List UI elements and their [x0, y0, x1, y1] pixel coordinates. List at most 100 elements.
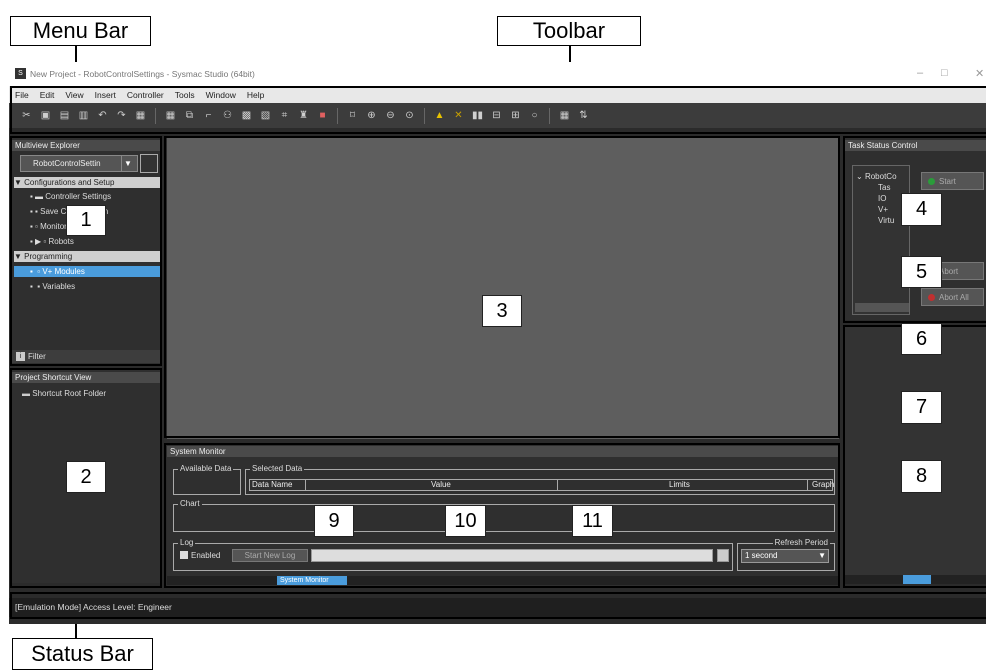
callout-2: 2 — [66, 461, 106, 493]
paste-icon[interactable]: ▤ — [55, 108, 74, 124]
copy-icon[interactable]: ▣ — [36, 108, 55, 124]
tree-robots[interactable]: ▪ ▶ ▫ Robots — [30, 236, 74, 247]
app-logo-icon: S — [15, 68, 26, 79]
menu-controller[interactable]: Controller — [127, 90, 164, 100]
callout-11: 11 — [572, 505, 613, 537]
menu-edit[interactable]: Edit — [40, 90, 55, 100]
window-icon[interactable]: ⧉ — [180, 108, 199, 124]
device-dropdown[interactable]: RobotControlSettin ▼ — [20, 155, 138, 172]
selected-data-label: Selected Data — [250, 464, 305, 474]
tools-icon[interactable]: ✕ — [449, 108, 468, 124]
find-icon[interactable]: ♜ — [294, 108, 313, 124]
tree-controller-settings-label: Controller Settings — [45, 192, 112, 201]
tree-variables-label: Variables — [42, 282, 76, 291]
tree-configurations-label: Configurations and Setup — [24, 178, 115, 187]
network-icon[interactable]: ⚇ — [218, 108, 237, 124]
step-over-icon[interactable]: ⊞ — [506, 108, 525, 124]
menu-file[interactable]: File — [15, 90, 29, 100]
cross-ref-icon[interactable]: ⌗ — [275, 108, 294, 124]
maximize-button[interactable]: □ — [941, 67, 948, 79]
grid-icon[interactable]: ▦ — [161, 108, 180, 124]
col-divider — [305, 480, 306, 490]
redo-icon[interactable]: ↷ — [112, 108, 131, 124]
menu-window[interactable]: Window — [206, 90, 236, 100]
start-new-log-button[interactable]: Start New Log — [232, 549, 308, 562]
filter-bar[interactable]: i Filter — [12, 350, 162, 363]
task-status-header: Task Status Control — [845, 140, 986, 151]
cut-icon[interactable]: ✂ — [17, 108, 36, 124]
pause-icon[interactable]: ▮▮ — [468, 108, 487, 124]
refresh-icon[interactable]: ○ — [525, 108, 544, 124]
right-tab-active[interactable] — [903, 575, 931, 584]
system-monitor-header: System Monitor — [167, 446, 839, 457]
filter-label: Filter — [28, 352, 46, 361]
tab-system-monitor[interactable]: System Monitor — [277, 576, 347, 585]
status-bar-callout: Status Bar — [12, 638, 153, 670]
window-title: New Project - RobotControlSettings - Sys… — [30, 69, 255, 79]
col-divider — [807, 480, 808, 490]
start-button[interactable]: Start — [921, 172, 984, 190]
task-node[interactable]: Tas — [878, 183, 890, 192]
browse-icon[interactable] — [717, 549, 729, 562]
menu-bar: File Edit View Insert Controller Tools W… — [9, 86, 986, 103]
zoom-in-icon[interactable]: ⊕ — [362, 108, 381, 124]
enabled-checkbox[interactable] — [180, 551, 188, 559]
online-icon[interactable]: ■ — [313, 108, 332, 124]
robot-controller-node[interactable]: ⌄ RobotCo — [856, 172, 897, 181]
abort-all-button[interactable]: Abort All — [921, 288, 984, 306]
io-map-icon[interactable]: ▩ — [237, 108, 256, 124]
col-graph: Graph — [812, 480, 835, 489]
transfer-icon[interactable]: ▧ — [256, 108, 275, 124]
delete-icon[interactable]: ▥ — [74, 108, 93, 124]
properties-icon[interactable]: ▦ — [131, 108, 150, 124]
build-icon[interactable]: ⌐ — [199, 108, 218, 124]
warning-icon[interactable]: ▲ — [430, 108, 449, 124]
tree-programming[interactable]: ▼ Programming — [14, 251, 160, 262]
toolbar-callout: Toolbar — [497, 16, 641, 46]
minimize-button[interactable]: – — [917, 67, 923, 79]
log-path-input[interactable] — [311, 549, 713, 562]
col-limits: Limits — [669, 480, 690, 489]
menu-help[interactable]: Help — [247, 90, 264, 100]
status-bar-text: [Emulation Mode] Access Level: Engineer — [15, 602, 172, 612]
refresh-period-select[interactable]: 1 second ▼ — [741, 549, 829, 563]
close-button[interactable]: ✕ — [975, 67, 984, 80]
io-node[interactable]: IO — [878, 194, 886, 203]
log-group: Log Enabled Start New Log — [173, 538, 733, 571]
tree-vplus-modules[interactable]: ▪ ▫ V+ Modules — [14, 266, 160, 277]
zoom-out-icon[interactable]: ⊖ — [381, 108, 400, 124]
table-icon[interactable]: ▦ — [555, 108, 574, 124]
abort-all-label: Abort All — [939, 292, 969, 302]
task-status-control: Task Status Control ⌄ RobotCo Tas IO V+ … — [845, 138, 986, 320]
sync-icon[interactable]: ⇅ — [574, 108, 593, 124]
device-config-icon[interactable] — [140, 154, 158, 173]
undo-icon[interactable]: ↶ — [93, 108, 112, 124]
tree-variables[interactable]: ▪ ▪ Variables — [30, 281, 75, 292]
callout-5: 5 — [901, 256, 942, 288]
step-icon[interactable]: ⊟ — [487, 108, 506, 124]
menu-insert[interactable]: Insert — [95, 90, 116, 100]
filter-icon: i — [16, 352, 25, 362]
callout-8: 8 — [901, 460, 942, 493]
menu-tools[interactable]: Tools — [175, 90, 195, 100]
tree-configurations[interactable]: ▼ Configurations and Setup — [14, 177, 160, 188]
zoom-reset-icon[interactable]: ⊙ — [400, 108, 419, 124]
horizontal-scrollbar[interactable] — [855, 303, 909, 312]
vplus-node[interactable]: V+ — [878, 205, 888, 214]
shortcut-root-folder[interactable]: ▬ Shortcut Root Folder — [22, 388, 106, 399]
start-status-icon — [928, 177, 935, 185]
selected-data-table-header: Data Name Value Limits Graph — [249, 479, 835, 491]
chevron-down-icon: ▼ — [121, 156, 134, 171]
tree-controller-settings[interactable]: ▪ ▬ Controller Settings — [30, 191, 111, 202]
refresh-period-group: Refresh Period 1 second ▼ — [737, 538, 835, 571]
toolbar-separator — [424, 107, 425, 124]
enabled-label: Enabled — [191, 551, 221, 560]
col-divider — [557, 480, 558, 490]
toolbar-separator — [155, 107, 156, 124]
menu-view[interactable]: View — [65, 90, 83, 100]
title-bar: S New Project - RobotControlSettings - S… — [9, 62, 986, 86]
fit-icon[interactable]: ⌑ — [343, 108, 362, 124]
virtual-node[interactable]: Virtu — [878, 216, 894, 225]
callout-6: 6 — [901, 323, 942, 355]
chart-label: Chart — [178, 499, 202, 509]
